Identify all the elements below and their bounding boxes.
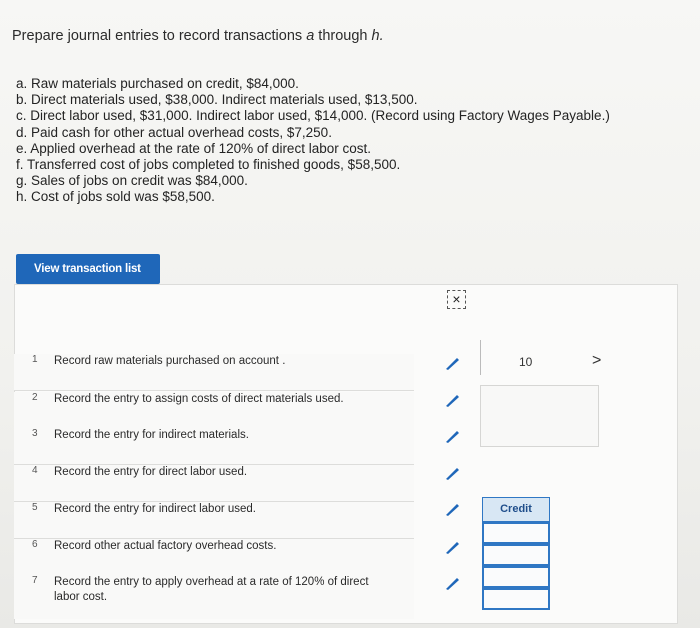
transaction-problem-list: a. Raw materials purchased on credit, $8…	[16, 76, 676, 206]
transaction-description-box	[480, 385, 599, 447]
row-text: Record other actual factory overhead cos…	[54, 540, 277, 552]
transaction-item-g: g. Sales of jobs on credit was $84,000.	[16, 173, 248, 189]
chevron-right-icon[interactable]: >	[592, 352, 601, 370]
row-text: Record the entry for direct labor used.	[54, 466, 248, 478]
transaction-item-f: f. Transferred cost of jobs completed to…	[16, 157, 401, 173]
transaction-item-h: h. Cost of jobs sold was $58,500.	[16, 189, 215, 205]
row-number: 1	[32, 354, 38, 365]
row-number: 4	[32, 465, 38, 476]
pencil-icon[interactable]	[443, 356, 461, 370]
pencil-icon[interactable]	[443, 576, 461, 590]
row-number: 5	[32, 502, 38, 513]
pencil-icon[interactable]	[443, 466, 461, 480]
credit-column-header: Credit	[482, 497, 550, 522]
transaction-number: 10	[519, 355, 533, 369]
title-through: through	[314, 28, 372, 44]
view-transaction-list-button[interactable]: View transaction list	[16, 254, 160, 290]
credit-input[interactable]	[482, 544, 550, 566]
pencil-icon[interactable]	[443, 429, 461, 443]
transaction-item-e: e. Applied overhead at the rate of 120% …	[16, 140, 371, 156]
credit-input[interactable]	[482, 588, 550, 610]
pencil-icon[interactable]	[443, 540, 461, 554]
pencil-icon[interactable]	[443, 393, 461, 407]
row-text: Record the entry for indirect materials.	[54, 429, 249, 441]
transaction-item-c: c. Direct labor used, $31,000. Indirect …	[16, 108, 610, 124]
title-italic-h: h.	[371, 28, 384, 44]
transaction-row-3[interactable]: 3 Record the entry for indirect material…	[14, 428, 414, 465]
credit-input[interactable]	[482, 566, 550, 588]
transaction-row-2[interactable]: 2 Record the entry to assign costs of di…	[14, 392, 414, 429]
row-number: 6	[32, 539, 38, 550]
title-text: Prepare journal entries to record transa…	[12, 28, 307, 44]
credit-input[interactable]	[482, 522, 550, 544]
row-text: Record the entry to apply overhead at a …	[54, 576, 369, 603]
row-number: 2	[32, 392, 38, 403]
transaction-item-a: a. Raw materials purchased on credit, $8…	[16, 76, 299, 91]
transaction-item-b: b. Direct materials used, $38,000. Indir…	[16, 92, 418, 108]
transaction-row-1[interactable]: 1 Record raw materials purchased on acco…	[14, 354, 414, 391]
transaction-row-5[interactable]: 5 Record the entry for indirect labor us…	[14, 502, 414, 539]
row-text: Record raw materials purchased on accoun…	[54, 355, 286, 367]
transaction-item-d: d. Paid cash for other actual overhead c…	[16, 124, 332, 140]
transaction-row-7[interactable]: 7 Record the entry to apply overhead at …	[14, 575, 414, 619]
page-title: Prepare journal entries to record transa…	[12, 28, 384, 44]
divider	[480, 340, 481, 375]
pencil-icon[interactable]	[443, 502, 461, 516]
transaction-row-4[interactable]: 4 Record the entry for direct labor used…	[14, 465, 414, 502]
row-number: 7	[32, 575, 38, 586]
transaction-row-6[interactable]: 6 Record other actual factory overhead c…	[14, 539, 414, 576]
row-text: Record the entry to assign costs of dire…	[54, 393, 344, 405]
page: Prepare journal entries to record transa…	[0, 0, 700, 628]
row-number: 3	[32, 428, 38, 439]
row-text: Record the entry for indirect labor used…	[54, 503, 256, 515]
close-icon[interactable]: ×	[447, 290, 466, 309]
